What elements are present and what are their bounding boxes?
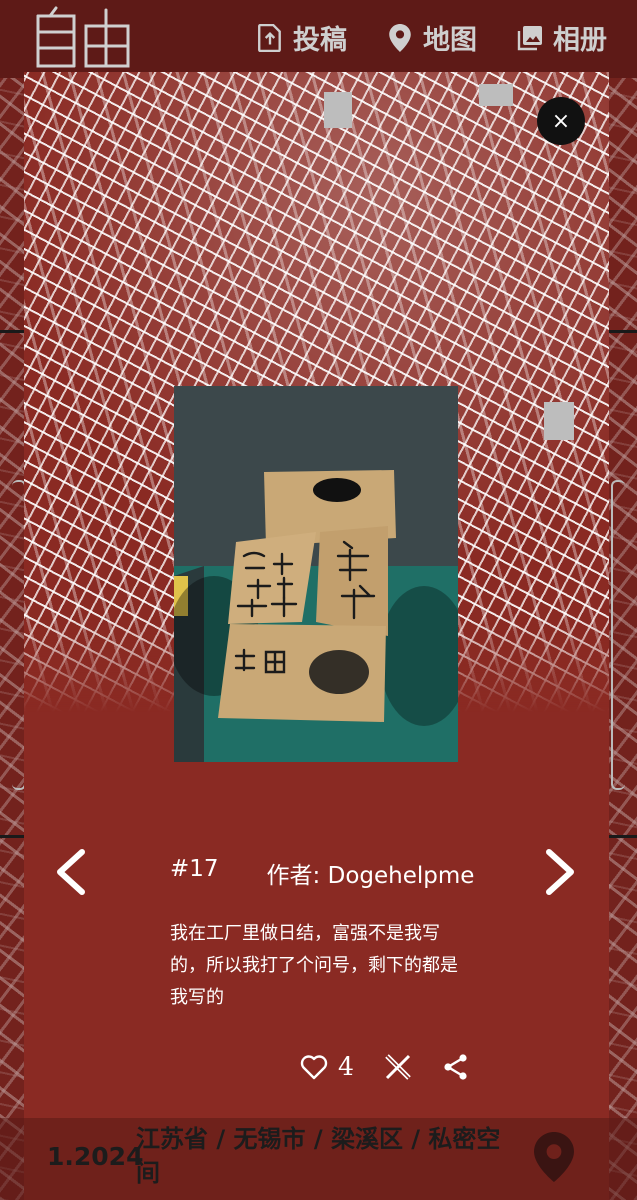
post-meta: #17 作者: Dogehelpme: [170, 856, 474, 890]
close-button[interactable]: ×: [537, 97, 585, 145]
footer-location: 江苏省 / 无锡市 / 梁溪区 / 私密空间: [136, 1125, 501, 1187]
share-icon: [444, 1053, 467, 1080]
like-button[interactable]: 4: [300, 1052, 354, 1081]
top-bar: 自由 投稿 地图: [0, 0, 637, 78]
nav-map[interactable]: 地图: [387, 18, 477, 57]
nav-submit[interactable]: 投稿: [257, 18, 347, 57]
post-number: #17: [170, 856, 219, 882]
x-logo-icon: [385, 1053, 411, 1080]
like-count: 4: [338, 1052, 354, 1081]
upload-file-icon: [258, 23, 281, 52]
site-logo[interactable]: 自由: [34, 4, 134, 70]
nav-album[interactable]: 相册: [517, 18, 607, 57]
background-right-panel-edge: [611, 480, 625, 790]
post-author: 作者: Dogehelpme: [266, 863, 475, 889]
cardboard-box-photo: [174, 386, 458, 762]
map-block: [324, 92, 352, 128]
map-pin-icon: [389, 23, 411, 52]
chevron-right-icon: [546, 849, 574, 895]
post-photo[interactable]: [174, 386, 458, 762]
post-actions: 4: [300, 1052, 470, 1081]
map-block: [544, 402, 574, 440]
share-button[interactable]: [442, 1053, 470, 1081]
next-post-button[interactable]: [541, 848, 581, 896]
location-pin-icon: [534, 1132, 574, 1182]
footer-location-button[interactable]: [534, 1132, 574, 1182]
nav-map-label: 地图: [423, 25, 477, 56]
previous-post-button[interactable]: [50, 848, 90, 896]
post-description: 我在工厂里做日结，富强不是我写的，所以我打了个问号，剩下的都是我写的: [170, 923, 458, 1008]
nav-submit-label: 投稿: [293, 25, 347, 56]
share-x-button[interactable]: [384, 1053, 412, 1081]
chevron-left-icon: [57, 849, 85, 895]
heart-icon: [300, 1054, 328, 1079]
map-block: [479, 84, 513, 106]
post-modal: × #17 作者: Dogehelpme 我在工厂里做日结，富强不是我写的，所以…: [24, 72, 609, 1200]
main-nav: 投稿 地图 相册: [257, 18, 607, 57]
photo-album-icon: [517, 25, 542, 50]
footer-date: 1.2024: [47, 1142, 144, 1171]
nav-album-label: 相册: [553, 25, 607, 56]
